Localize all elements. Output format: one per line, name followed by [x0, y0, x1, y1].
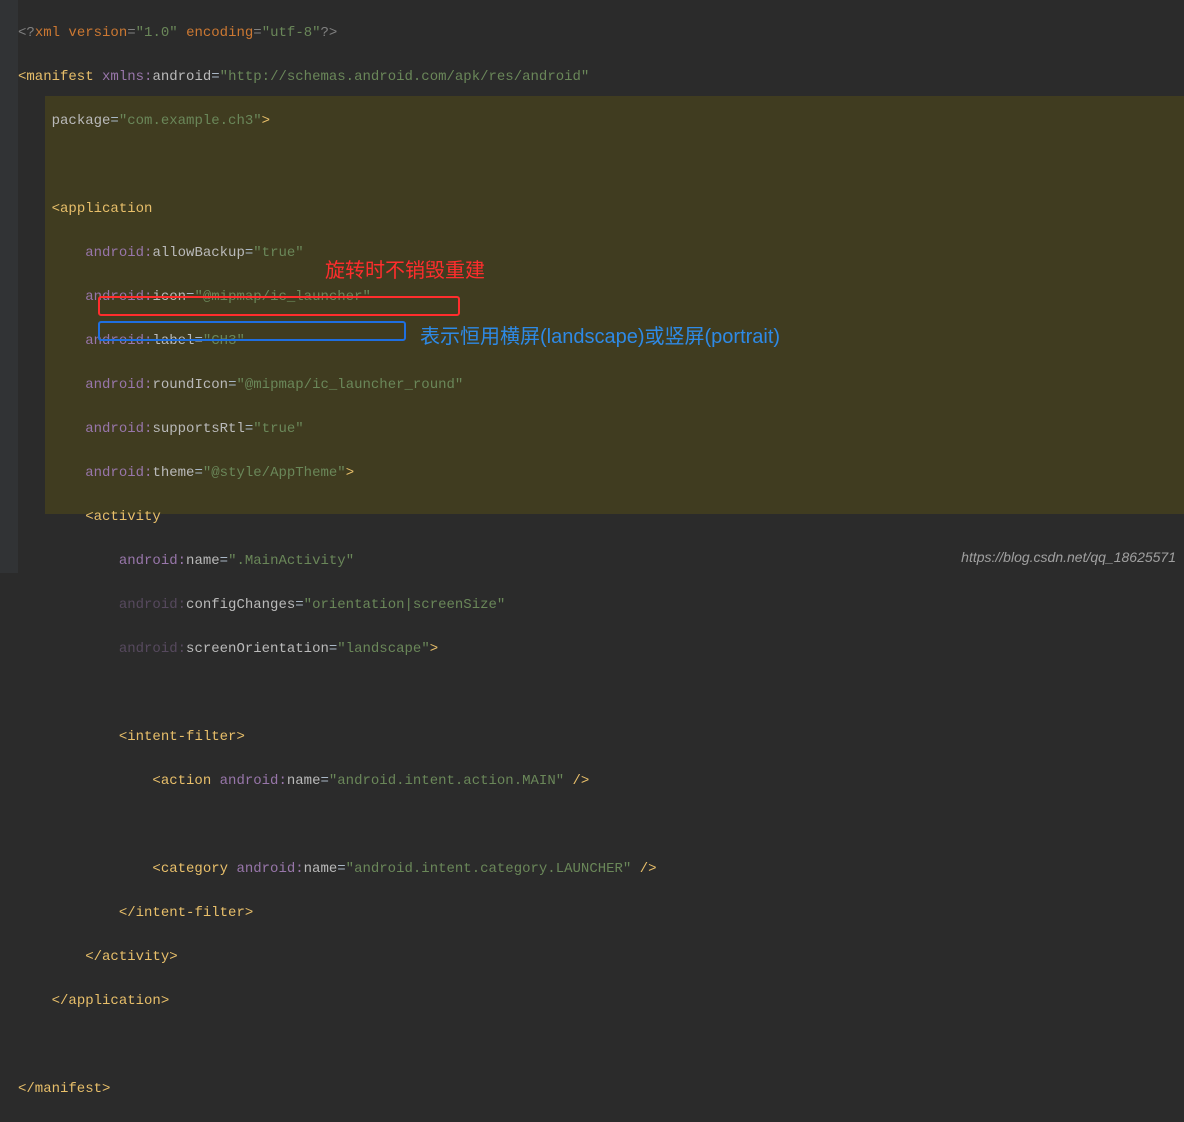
code-line[interactable]: </activity>: [18, 946, 1184, 968]
code-line[interactable]: <manifest xmlns:android="http://schemas.…: [18, 66, 1184, 88]
roundIcon-value: @mipmap/ic_launcher_round: [245, 377, 455, 393]
annotation-box-red: [98, 296, 460, 316]
annotation-text-blue: 表示恒用横屏(landscape)或竖屏(portrait): [420, 320, 780, 349]
code-line[interactable]: </manifest>: [18, 1078, 1184, 1100]
xmlns-value: http://schemas.android.com/apk/res/andro…: [228, 69, 581, 85]
code-line[interactable]: [18, 682, 1184, 704]
code-line[interactable]: android:allowBackup="true": [18, 242, 1184, 264]
code-line[interactable]: <category android:name="android.intent.c…: [18, 858, 1184, 880]
allowBackup-value: true: [262, 245, 296, 261]
gutter: [0, 0, 18, 573]
action-name-value: android.intent.action.MAIN: [337, 773, 555, 789]
code-line[interactable]: <activity: [18, 506, 1184, 528]
code-line[interactable]: </intent-filter>: [18, 902, 1184, 924]
code-line[interactable]: [18, 1034, 1184, 1056]
code-line[interactable]: <application: [18, 198, 1184, 220]
category-name-value: android.intent.category.LAUNCHER: [354, 861, 623, 877]
theme-value: @style/AppTheme: [211, 465, 337, 481]
code-line[interactable]: android:roundIcon="@mipmap/ic_launcher_r…: [18, 374, 1184, 396]
xml-encoding: utf-8: [270, 25, 312, 41]
code-line[interactable]: package="com.example.ch3">: [18, 110, 1184, 132]
screenOrientation-value: landscape: [346, 641, 422, 657]
code-line[interactable]: [18, 154, 1184, 176]
supportsRtl-value: true: [262, 421, 296, 437]
annotation-text-red: 旋转时不销毁重建: [325, 254, 485, 283]
code-line[interactable]: <?xml version="1.0" encoding="utf-8"?>: [18, 22, 1184, 44]
code-line[interactable]: [18, 814, 1184, 836]
activity-name-value: .MainActivity: [236, 553, 345, 569]
package-value: com.example.ch3: [127, 113, 253, 129]
code-line[interactable]: android:theme="@style/AppTheme">: [18, 462, 1184, 484]
watermark: https://blog.csdn.net/qq_18625571: [961, 549, 1176, 565]
xml-version: 1.0: [144, 25, 169, 41]
code-line[interactable]: </application>: [18, 990, 1184, 1012]
code-line[interactable]: android:supportsRtl="true": [18, 418, 1184, 440]
annotation-box-blue: [98, 321, 406, 341]
code-line[interactable]: <action android:name="android.intent.act…: [18, 770, 1184, 792]
code-line[interactable]: android:screenOrientation="landscape">: [18, 638, 1184, 660]
code-line[interactable]: android:configChanges="orientation|scree…: [18, 594, 1184, 616]
code-line[interactable]: <intent-filter>: [18, 726, 1184, 748]
configChanges-value: orientation|screenSize: [312, 597, 497, 613]
